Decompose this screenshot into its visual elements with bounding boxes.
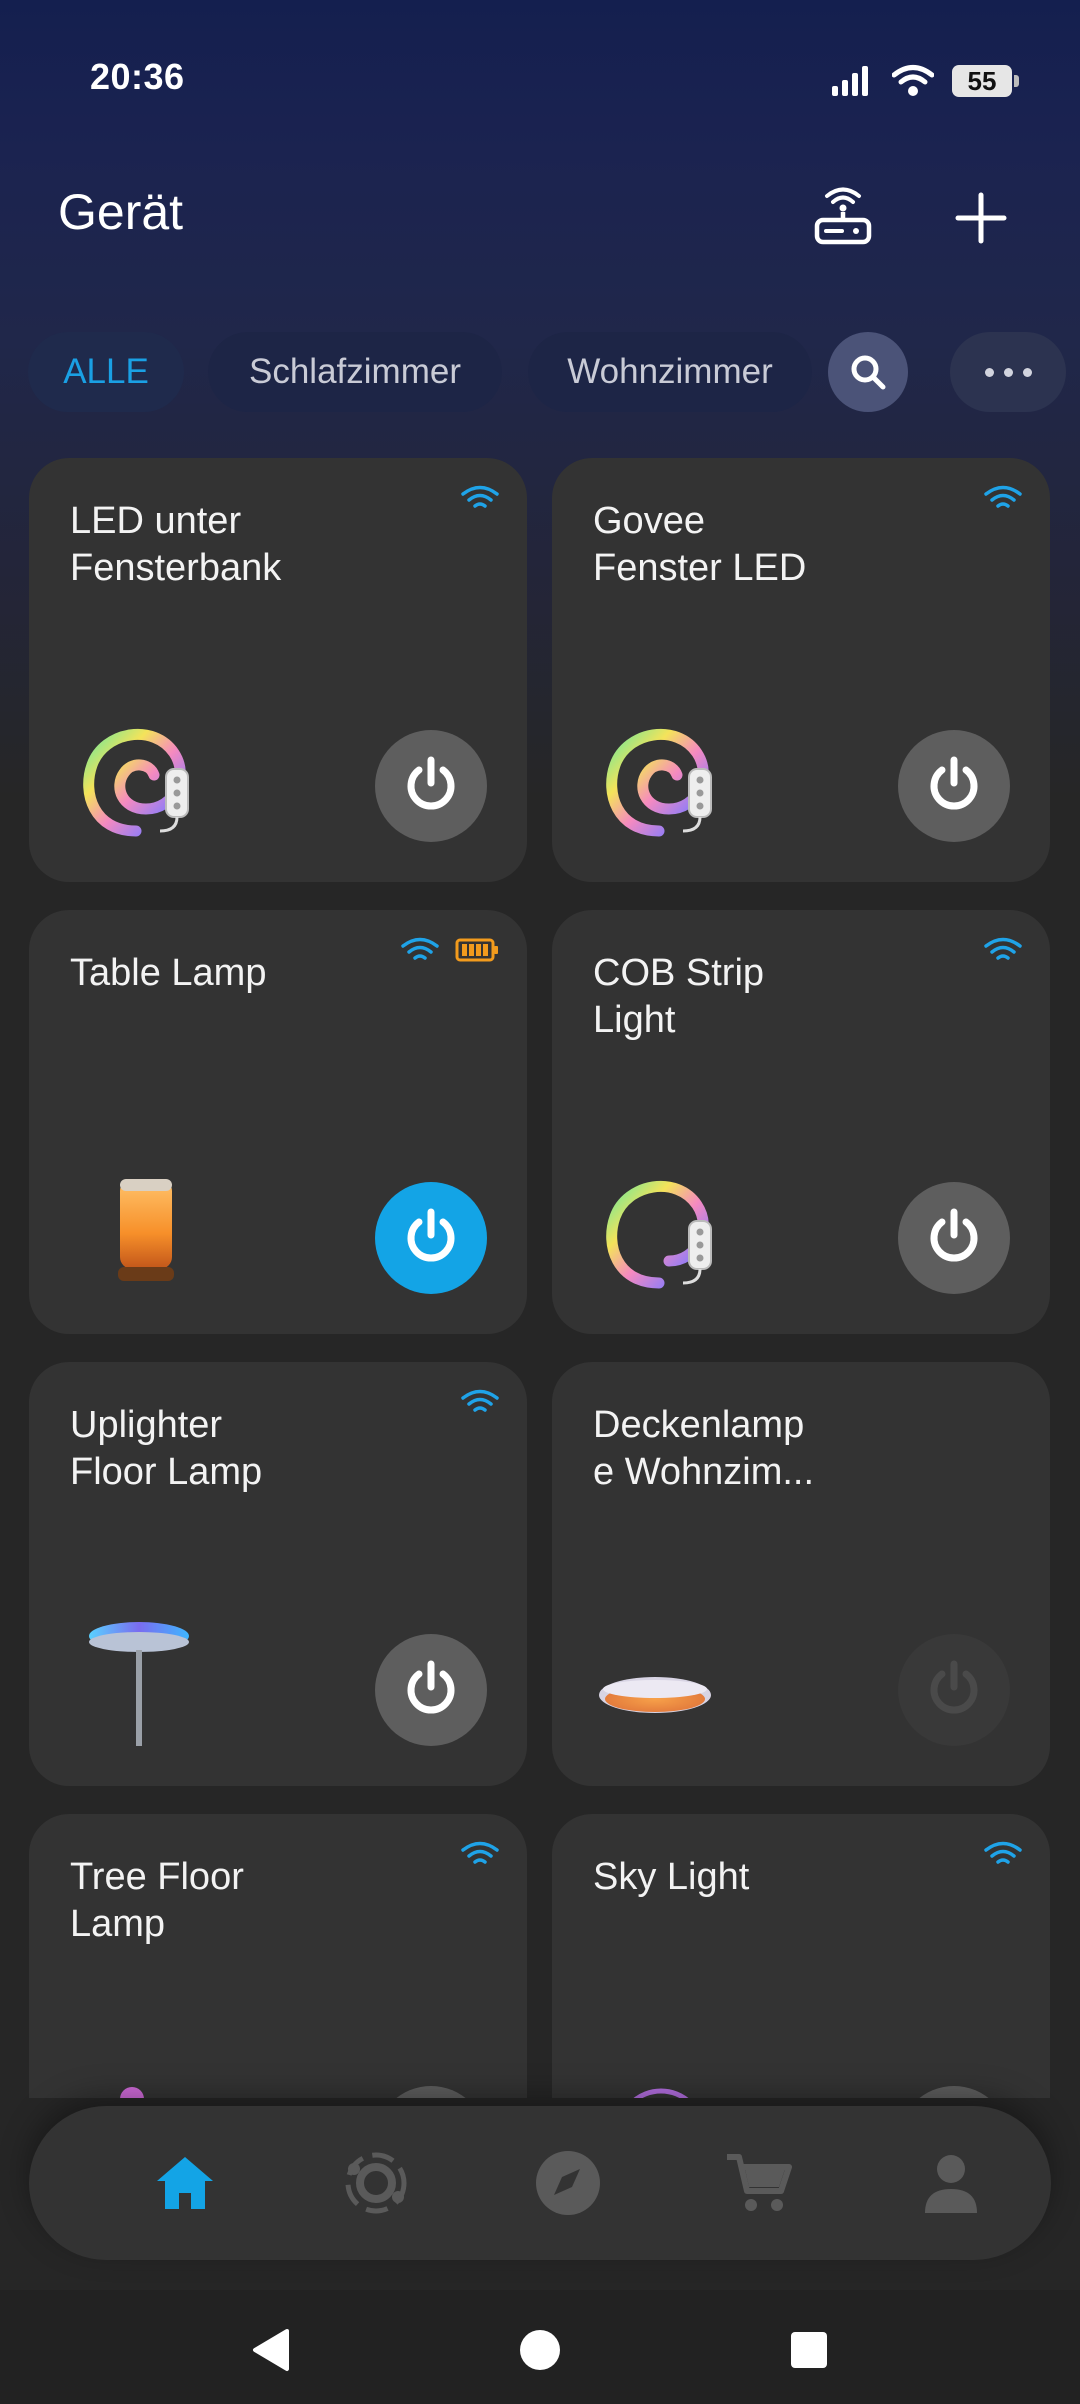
home-system-button[interactable] xyxy=(505,2315,575,2385)
power-button[interactable] xyxy=(375,1182,487,1294)
device-name: COB Strip Light xyxy=(593,952,765,1041)
led-strip-icon xyxy=(592,708,732,848)
home-circle-icon xyxy=(520,2330,560,2370)
device-name: Sky Light xyxy=(593,1856,750,1898)
cart-icon xyxy=(727,2154,792,2211)
chip-all[interactable]: ALLE xyxy=(28,332,184,412)
device-card[interactable]: Deckenlamp e Wohnzim... xyxy=(552,1362,1050,1786)
scenes-icon xyxy=(345,2152,407,2214)
floor-lamp-icon xyxy=(69,1612,209,1752)
device-name: Deckenlamp e Wohnzim... xyxy=(593,1404,815,1493)
page-title: Gerät xyxy=(58,184,184,240)
battery-level: 55 xyxy=(967,65,997,96)
status-time: 20:36 xyxy=(90,56,185,97)
search-icon xyxy=(851,355,886,390)
table-lamp-icon xyxy=(69,1160,209,1300)
plus-icon xyxy=(955,192,1007,244)
add-device-button[interactable] xyxy=(938,175,1024,261)
device-card[interactable]: COB Strip Light xyxy=(552,910,1050,1334)
power-icon xyxy=(407,1208,455,1262)
wifi-status-icon xyxy=(892,65,934,96)
battery-full-icon xyxy=(455,938,498,962)
status-icons: 55 xyxy=(830,62,1019,100)
device-card[interactable]: Govee Fenster LED xyxy=(552,458,1050,882)
signal-icon xyxy=(832,66,868,96)
ceiling-lamp-icon xyxy=(592,1612,732,1752)
nav-scenes[interactable] xyxy=(316,2106,436,2260)
wifi-icon xyxy=(984,937,1022,960)
chip-all-label: ALLE xyxy=(63,352,149,391)
chip-schlafzimmer[interactable]: Schlafzimmer xyxy=(208,332,502,412)
home-icon xyxy=(157,2157,213,2209)
wifi-icon xyxy=(984,1841,1022,1864)
power-icon xyxy=(930,1660,978,1714)
more-button[interactable] xyxy=(950,332,1066,412)
chip-wohnzimmer-label: Wohnzimmer xyxy=(567,352,773,391)
power-icon xyxy=(407,1660,455,1714)
power-button[interactable] xyxy=(898,1634,1010,1746)
device-card[interactable]: Uplighter Floor Lamp xyxy=(29,1362,527,1786)
nav-profile[interactable] xyxy=(891,2106,1011,2260)
status-bar: 20:36 55 xyxy=(0,0,1080,160)
nav-discover[interactable] xyxy=(508,2106,628,2260)
device-card[interactable]: Table Lamp xyxy=(29,910,527,1334)
wifi-icon xyxy=(461,1389,499,1412)
power-button[interactable] xyxy=(375,1634,487,1746)
system-nav-bar xyxy=(0,2290,1080,2404)
device-name: Uplighter Floor Lamp xyxy=(70,1404,263,1493)
recents-square-icon xyxy=(791,2332,827,2368)
discover-icon xyxy=(536,2151,600,2215)
device-name: Govee Fenster LED xyxy=(593,500,807,589)
bottom-nav xyxy=(29,2106,1051,2260)
chip-schlafzimmer-label: Schlafzimmer xyxy=(249,352,461,391)
recents-button[interactable] xyxy=(774,2315,844,2385)
led-strip-icon xyxy=(592,1160,732,1300)
nav-home[interactable] xyxy=(125,2106,245,2260)
power-icon xyxy=(407,756,455,810)
chip-wohnzimmer[interactable]: Wohnzimmer xyxy=(528,332,812,412)
battery-indicator: 55 xyxy=(952,65,1019,97)
power-icon xyxy=(930,756,978,810)
led-strip-icon xyxy=(69,708,209,848)
wifi-icon xyxy=(984,485,1022,508)
more-horizontal-icon xyxy=(984,367,1032,377)
power-button[interactable] xyxy=(898,730,1010,842)
device-name: Tree Floor Lamp xyxy=(70,1856,244,1945)
power-button[interactable] xyxy=(375,730,487,842)
back-button[interactable] xyxy=(236,2315,306,2385)
power-button[interactable] xyxy=(898,1182,1010,1294)
gateway-icon xyxy=(814,187,872,245)
power-icon xyxy=(930,1208,978,1262)
device-name: LED unter Fensterbank xyxy=(70,500,282,589)
wifi-icon xyxy=(461,1841,499,1864)
nav-shop[interactable] xyxy=(699,2106,819,2260)
profile-icon xyxy=(925,2155,977,2213)
wifi-icon xyxy=(461,485,499,508)
device-name: Table Lamp xyxy=(70,952,267,994)
back-triangle-icon xyxy=(253,2329,289,2371)
search-button[interactable] xyxy=(828,332,908,412)
gateway-button[interactable] xyxy=(800,175,886,261)
wifi-icon xyxy=(401,937,439,960)
device-card[interactable]: LED unter Fensterbank xyxy=(29,458,527,882)
room-filter-bar: ALLE Schlafzimmer Wohnzimmer xyxy=(0,332,1080,416)
